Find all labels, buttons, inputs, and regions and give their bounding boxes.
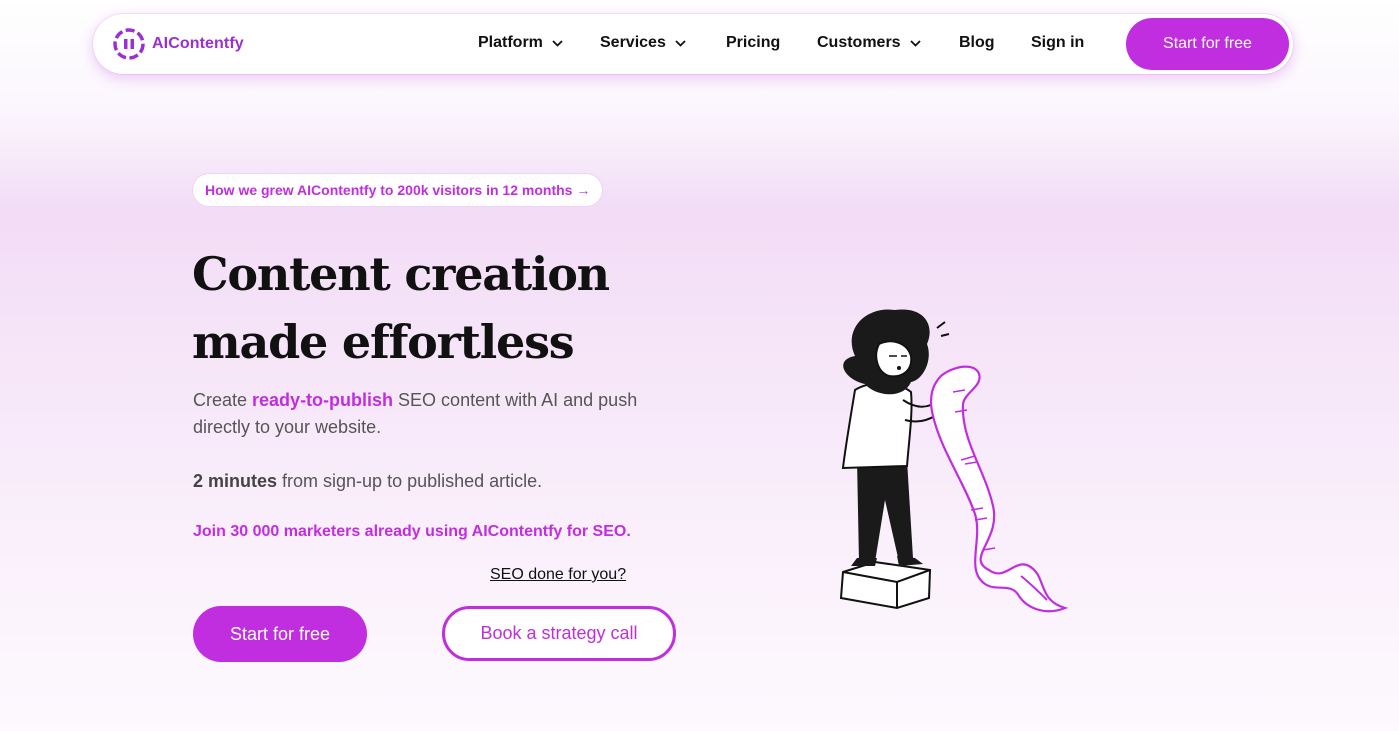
nav-blog[interactable]: Blog	[959, 34, 995, 52]
promo-link-pill[interactable]: How we grew AIContentfy to 200k visitors…	[192, 173, 604, 207]
nav-services-label: Services	[600, 34, 666, 51]
hero-start-for-free-button[interactable]: Start for free	[193, 606, 367, 662]
nav-pricing[interactable]: Pricing	[726, 34, 780, 52]
nav-sign-in-label: Sign in	[1031, 34, 1085, 51]
nav-blog-label: Blog	[959, 34, 995, 51]
brand-name: AIContentfy	[152, 35, 244, 52]
hero-title: Content creation made effortless	[192, 247, 610, 369]
hero-time-bold: 2 minutes	[193, 471, 278, 491]
aicontentfy-logo-icon	[113, 28, 145, 60]
hero-desc-highlight: ready-to-publish	[252, 390, 394, 410]
nav-platform-label: Platform	[478, 34, 543, 51]
top-navbar: AIContentfy Platform Services Pricing Cu…	[93, 14, 1293, 74]
seo-done-for-you-link[interactable]: SEO done for you?	[490, 566, 626, 584]
nav-customers-label: Customers	[817, 34, 901, 51]
nav-start-for-free-button[interactable]: Start for free	[1126, 18, 1289, 70]
nav-services[interactable]: Services	[600, 34, 686, 52]
nav-platform[interactable]: Platform	[478, 34, 563, 52]
hero-time-rest: from sign-up to published article.	[277, 471, 543, 491]
nav-pricing-label: Pricing	[726, 34, 781, 51]
hero-social-proof: Join 30 000 marketers already using AICo…	[193, 523, 631, 540]
nav-customers[interactable]: Customers	[817, 34, 921, 52]
chevron-down-icon	[909, 39, 921, 47]
chevron-down-icon	[675, 39, 686, 47]
book-strategy-call-button[interactable]: Book a strategy call	[442, 606, 676, 661]
hero-time-claim: 2 minutes from sign-up to published arti…	[193, 468, 542, 495]
hero-description: Create ready-to-publish SEO content with…	[193, 387, 693, 441]
chevron-down-icon	[552, 39, 563, 47]
woman-reading-long-scroll-illustration	[839, 309, 1069, 613]
nav-sign-in[interactable]: Sign in	[1031, 34, 1084, 52]
hero-desc-prefix: Create	[193, 390, 253, 410]
brand-logo[interactable]: AIContentfy	[113, 28, 244, 60]
